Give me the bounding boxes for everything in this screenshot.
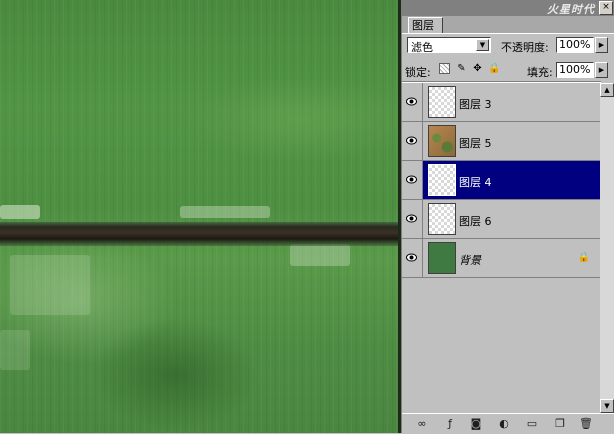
paint-streak	[290, 244, 350, 266]
lock-icon: 🔒	[577, 252, 590, 263]
layer-row[interactable]: 图层 6	[402, 200, 600, 239]
eye-icon	[406, 175, 417, 184]
document-canvas[interactable]	[0, 0, 401, 433]
opacity-arrow-button[interactable]: ▶	[595, 37, 608, 53]
delete-layer-icon[interactable]: 🗑	[578, 417, 594, 431]
layers-list: 图层 3 图层 5 图层 4 图层 6 背景 🔒	[402, 83, 600, 413]
blend-mode-select[interactable]: 滤色 ▼	[407, 37, 491, 54]
fill-label: 填充:	[527, 66, 553, 79]
add-mask-icon[interactable]: ◙	[468, 417, 484, 431]
chevron-down-icon[interactable]: ▼	[476, 39, 489, 51]
visibility-toggle[interactable]	[402, 122, 423, 160]
layer-row[interactable]: 图层 3	[402, 83, 600, 122]
layers-panel: 火星时代 × 图层 滤色 ▼ 不透明度: 100% ▶ 锁定: ✎ ✥ 🔒 填充…	[401, 0, 614, 434]
paint-streak	[0, 330, 30, 370]
paint-streak	[180, 206, 270, 218]
layer-thumbnail	[428, 86, 456, 118]
close-panel-button[interactable]: ×	[599, 1, 613, 15]
layers-scrollbar[interactable]: ▲ ▼	[600, 83, 614, 413]
new-group-icon[interactable]: ▭	[524, 417, 540, 431]
layer-name[interactable]: 图层 4	[459, 174, 492, 190]
layers-footer: ∞ ƒ ◙ ◐ ▭ ❐ 🗑	[402, 413, 614, 434]
panel-titlebar[interactable]: 火星时代 ×	[402, 0, 614, 16]
layer-thumbnail	[428, 203, 456, 235]
layer-name[interactable]: 背景	[459, 252, 481, 268]
fill-arrow-button[interactable]: ▶	[595, 62, 608, 78]
watermark-logo: 火星时代	[547, 3, 595, 16]
layer-thumbnail	[428, 125, 456, 157]
eye-icon	[406, 214, 417, 223]
blend-mode-value: 滤色	[411, 41, 433, 54]
visibility-toggle[interactable]	[402, 83, 423, 121]
lock-move-icon[interactable]: ✥	[472, 63, 483, 74]
paint-streak	[0, 205, 40, 219]
opacity-input[interactable]: 100%	[556, 37, 594, 53]
tab-divider	[402, 33, 614, 34]
opacity-label: 不透明度:	[501, 41, 549, 54]
fill-input[interactable]: 100%	[556, 62, 594, 78]
new-layer-icon[interactable]: ❐	[552, 417, 568, 431]
lock-all-icon[interactable]: 🔒	[488, 63, 500, 74]
visibility-toggle[interactable]	[402, 239, 423, 277]
visibility-toggle[interactable]	[402, 200, 423, 238]
layer-row-selected[interactable]: 图层 4	[402, 161, 600, 200]
layer-name[interactable]: 图层 3	[459, 96, 492, 112]
layer-row-background[interactable]: 背景 🔒	[402, 239, 600, 278]
layer-name[interactable]: 图层 6	[459, 213, 492, 229]
eye-icon	[406, 136, 417, 145]
tab-layers[interactable]: 图层	[408, 17, 443, 34]
pipe-stripe	[0, 222, 401, 246]
adjustment-layer-icon[interactable]: ◐	[496, 417, 512, 431]
visibility-toggle[interactable]	[402, 161, 423, 199]
layer-thumbnail	[428, 164, 456, 196]
eye-icon	[406, 253, 417, 262]
layer-row[interactable]: 图层 5	[402, 122, 600, 161]
scroll-up-icon[interactable]: ▲	[600, 83, 614, 97]
link-layers-icon[interactable]: ∞	[414, 417, 430, 431]
layer-name[interactable]: 图层 5	[459, 135, 492, 151]
eye-icon	[406, 97, 417, 106]
scroll-down-icon[interactable]: ▼	[600, 399, 614, 413]
paint-streak	[10, 255, 90, 315]
lock-transparency-icon[interactable]	[439, 63, 450, 74]
lock-label: 锁定:	[405, 66, 431, 79]
layer-style-icon[interactable]: ƒ	[442, 417, 458, 431]
layer-thumbnail	[428, 242, 456, 274]
lock-paint-icon[interactable]: ✎	[456, 63, 467, 74]
